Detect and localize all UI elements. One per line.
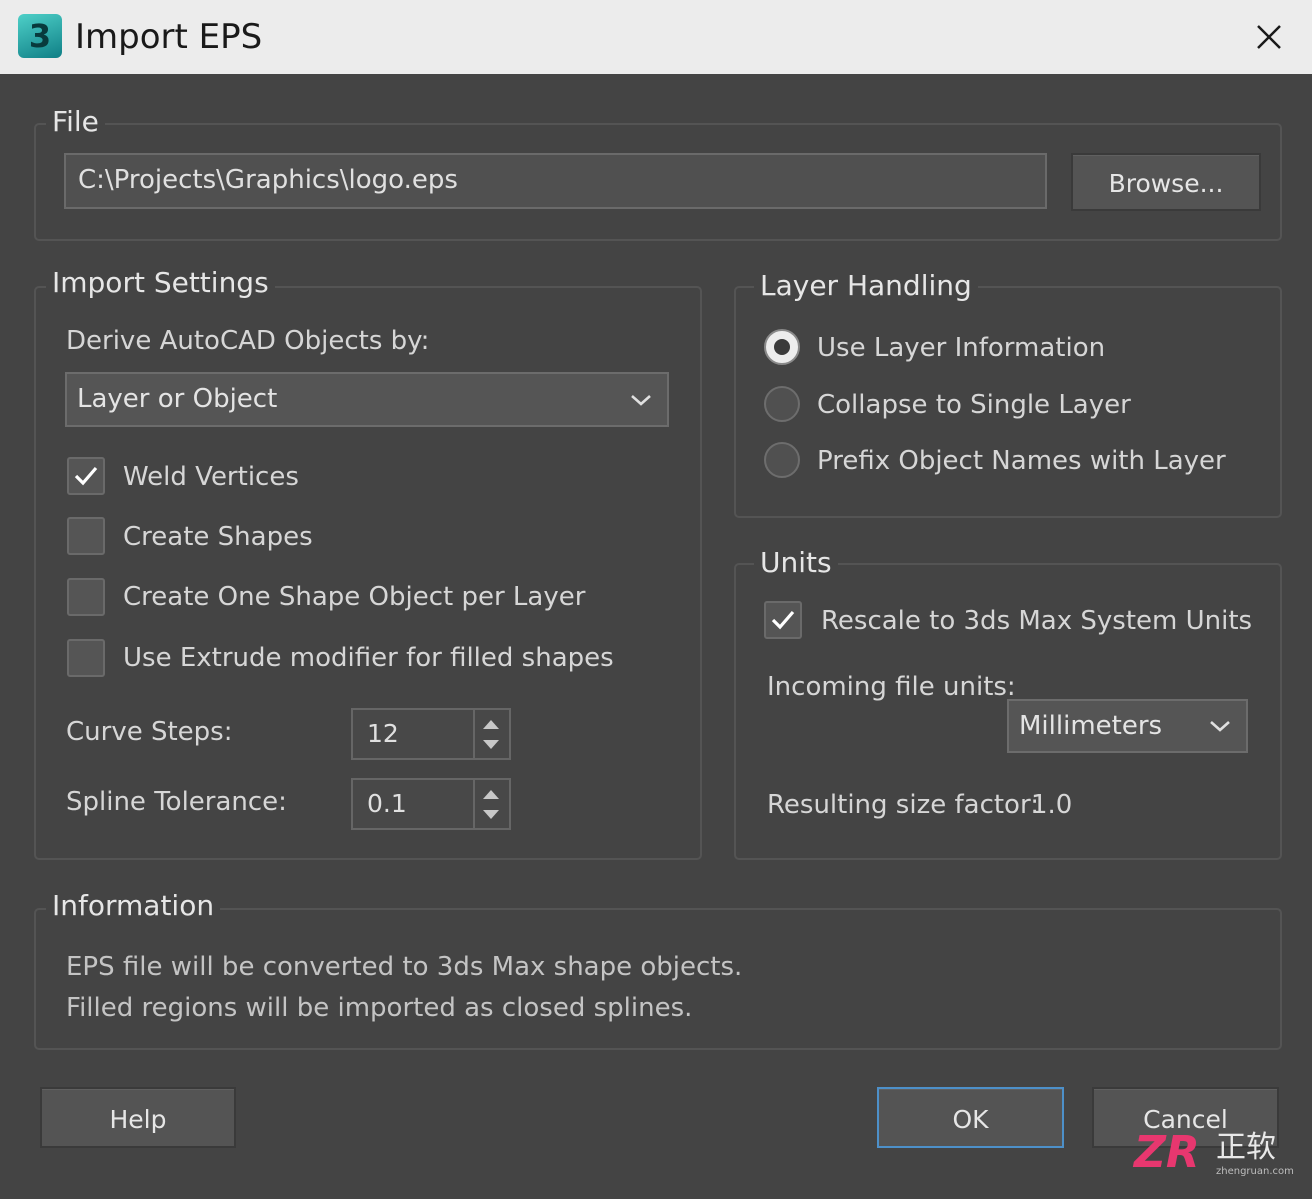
watermark-cn: 正软 xyxy=(1216,1130,1276,1165)
information-label: Information xyxy=(46,888,221,924)
extrude-modifier-label: Use Extrude modifier for filled shapes xyxy=(123,643,614,673)
close-icon xyxy=(1257,25,1281,49)
file-group-label: File xyxy=(46,104,105,140)
chevron-down-icon xyxy=(1210,721,1230,732)
close-button[interactable] xyxy=(1244,12,1294,62)
units-label: Units xyxy=(754,545,838,581)
import-settings-label: Import Settings xyxy=(46,265,275,301)
spline-tolerance-arrows[interactable] xyxy=(473,780,509,828)
extrude-modifier-checkbox[interactable] xyxy=(67,639,105,677)
derive-dropdown[interactable]: Layer or Object xyxy=(65,372,669,427)
rescale-checkbox[interactable] xyxy=(764,601,802,639)
collapse-single-layer-label: Collapse to Single Layer xyxy=(817,390,1131,420)
spline-tolerance-label: Spline Tolerance: xyxy=(66,787,287,817)
derive-label: Derive AutoCAD Objects by: xyxy=(66,326,430,356)
size-factor-label: Resulting size factor: xyxy=(767,790,1039,820)
create-shapes-checkbox[interactable] xyxy=(67,517,105,555)
weld-vertices-label: Weld Vertices xyxy=(123,462,299,492)
spline-tolerance-spinner[interactable]: 0.1 xyxy=(351,778,511,830)
information-line-1: EPS file will be converted to 3ds Max sh… xyxy=(66,952,743,982)
app-icon-label: 3 xyxy=(28,17,52,55)
curve-steps-arrows[interactable] xyxy=(473,710,509,758)
incoming-units-selected: Millimeters xyxy=(1019,711,1163,741)
watermark-url: zhengruan.com xyxy=(1216,1166,1294,1177)
title-bar: 3 Import EPS xyxy=(0,0,1312,74)
use-layer-info-label: Use Layer Information xyxy=(817,333,1106,363)
one-shape-per-layer-checkbox[interactable] xyxy=(67,578,105,616)
layer-handling-label: Layer Handling xyxy=(754,268,978,304)
curve-steps-value[interactable]: 12 xyxy=(367,710,399,758)
prefix-object-names-label: Prefix Object Names with Layer xyxy=(817,446,1226,476)
chevron-down-icon xyxy=(631,394,651,406)
watermark-letters: ZR xyxy=(1134,1127,1200,1178)
collapse-single-layer-radio[interactable] xyxy=(764,386,800,422)
prefix-object-names-radio[interactable] xyxy=(764,442,800,478)
curve-steps-label: Curve Steps: xyxy=(66,717,233,747)
curve-steps-spinner[interactable]: 12 xyxy=(351,708,511,760)
derive-selected: Layer or Object xyxy=(77,384,278,414)
one-shape-per-layer-label: Create One Shape Object per Layer xyxy=(123,582,586,612)
file-path-input[interactable]: C:\Projects\Graphics\logo.eps xyxy=(64,153,1047,209)
incoming-units-dropdown[interactable]: Millimeters xyxy=(1007,699,1248,753)
checkmark-icon xyxy=(771,610,795,630)
window-title: Import EPS xyxy=(75,17,263,57)
help-button[interactable]: Help xyxy=(40,1087,236,1148)
weld-vertices-checkbox[interactable] xyxy=(67,457,105,495)
spinner-down-icon[interactable] xyxy=(483,740,499,749)
incoming-units-label: Incoming file units: xyxy=(767,672,1016,702)
spinner-down-icon[interactable] xyxy=(483,810,499,819)
create-shapes-label: Create Shapes xyxy=(123,522,313,552)
browse-button[interactable]: Browse... xyxy=(1071,153,1261,211)
spinner-up-icon[interactable] xyxy=(483,790,499,799)
ok-button[interactable]: OK xyxy=(877,1087,1064,1148)
spinner-up-icon[interactable] xyxy=(483,720,499,729)
size-factor-value: 1.0 xyxy=(1031,790,1073,820)
information-line-2: Filled regions will be imported as close… xyxy=(66,993,693,1023)
app-icon: 3 xyxy=(18,14,62,58)
rescale-label: Rescale to 3ds Max System Units xyxy=(821,606,1253,636)
use-layer-info-radio[interactable] xyxy=(764,329,800,365)
checkmark-icon xyxy=(74,466,98,486)
watermark-logo: ZR 正软 zhengruan.com xyxy=(1134,1128,1294,1184)
spline-tolerance-value[interactable]: 0.1 xyxy=(367,780,407,828)
